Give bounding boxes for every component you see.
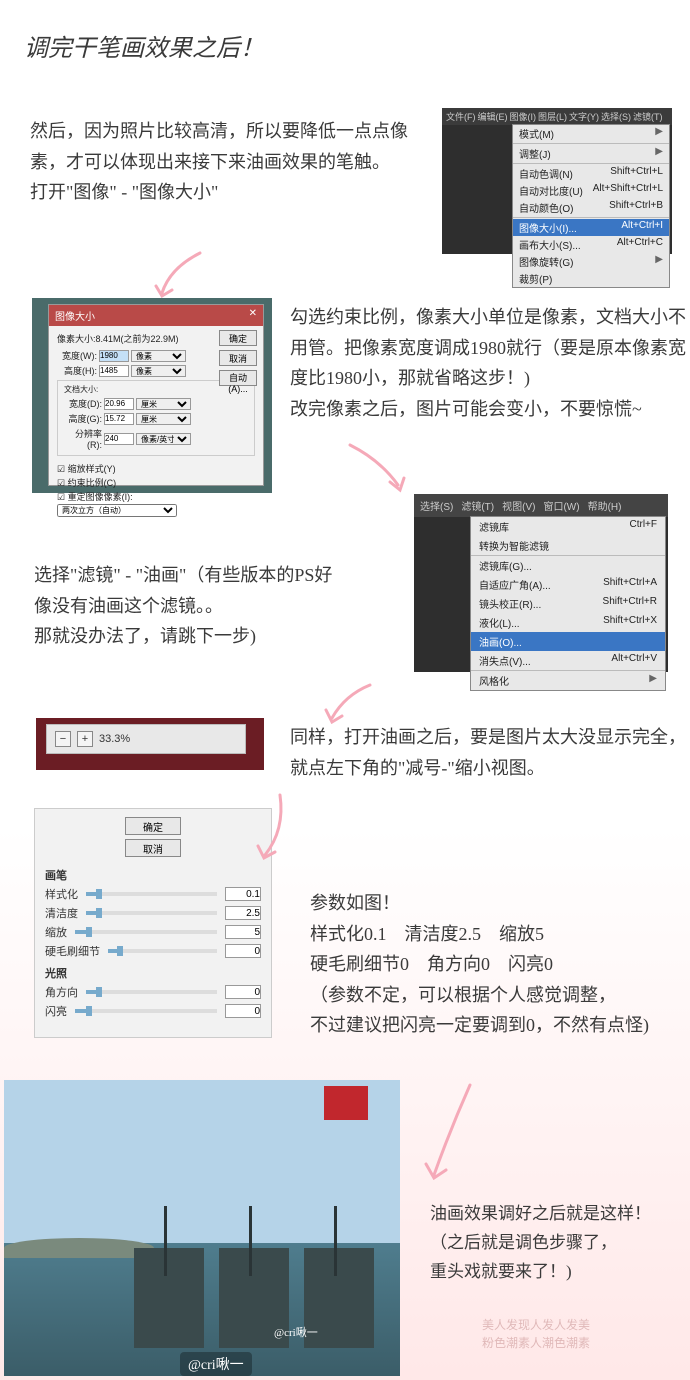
width-label: 宽度(W): [57, 349, 97, 362]
menu-filter[interactable]: 滤镜(T) [633, 110, 663, 123]
menubar2: 选择(S) 滤镜(T) 视图(V) 窗口(W) 帮助(H) [414, 494, 668, 517]
credit: @cri啾一 [180, 1352, 252, 1376]
step5-text: 参数如图！ 样式化0.1 清洁度2.5 缩放5 硬毛刷细节0 角方向0 闪亮0 … [310, 888, 680, 1041]
photo-credit: @cri啾一 [274, 1324, 318, 1340]
menu-item-crop[interactable]: 裁剪(P) [513, 270, 669, 287]
ok-button[interactable]: 确定 [219, 330, 257, 346]
arrow-icon [340, 440, 420, 500]
menu-item-autocontrast[interactable]: 自动对比度(U)Alt+Shift+Ctrl+L [513, 182, 669, 199]
step3-text: 选择"滤镜" - "油画"（有些版本的PS好像没有油画这个滤镜。。 那就没办法了… [34, 560, 334, 652]
menu-item-rotate[interactable]: 图像旋转(G)▶ [513, 253, 669, 270]
oil-ok-button[interactable]: 确定 [125, 817, 181, 835]
shine-input[interactable] [225, 1004, 261, 1018]
step1-text: 然后，因为照片比较高清，所以要降低一点点像素，才可以体现出来接下来油画效果的笔触… [30, 116, 430, 208]
menu-item-smartfilter[interactable]: 转换为智能滤镜 [471, 536, 665, 555]
step4-text: 同样，打开油画之后，要是图片太大没显示完全，就点左下角的"减号-"缩小视图。 [290, 722, 690, 783]
screenshot-image-menu: 文件(F) 编辑(E) 图像(I) 图层(L) 文字(Y) 选择(S) 滤镜(T… [442, 108, 672, 254]
brush-group: 画笔 [45, 867, 261, 883]
menu-file[interactable]: 文件(F) [446, 110, 476, 123]
menu-item-imagesize[interactable]: 图像大小(I)...Alt+Ctrl+I [513, 219, 669, 236]
arrow-icon [320, 680, 380, 730]
resolution-input[interactable] [104, 433, 134, 445]
bristle-slider[interactable] [108, 949, 217, 953]
menu-help[interactable]: 帮助(H) [588, 498, 622, 513]
menu-item-wideangle[interactable]: 自适应广角(A)...Shift+Ctrl+A [471, 575, 665, 594]
menu-item-adjust[interactable]: 调整(J)▶ [513, 145, 669, 162]
constrain-checkbox[interactable]: ☑ 约束比例(C) [57, 476, 255, 489]
menu-layer[interactable]: 图层(L) [538, 110, 567, 123]
menu-item-mode[interactable]: 模式(M)▶ [513, 125, 669, 142]
close-icon[interactable]: ✕ [249, 308, 257, 323]
lighting-group: 光照 [45, 965, 261, 981]
result-photo: @cri啾一 [4, 1080, 400, 1376]
step2-text: 勾选约束比例，像素大小单位是像素，文档大小不用管。把像素宽度调成1980就行（要… [290, 302, 690, 424]
menu-edit[interactable]: 编辑(E) [478, 110, 508, 123]
doc-height-input[interactable] [104, 413, 134, 425]
menu-item-lens[interactable]: 镜头校正(R)...Shift+Ctrl+R [471, 594, 665, 613]
watermark: 美人发现人发人发美 粉色潮素人潮色潮素 [482, 1316, 590, 1352]
scale-styles-checkbox[interactable]: ☑ 缩放样式(Y) [57, 462, 255, 475]
menu-view[interactable]: 视图(V) [502, 498, 535, 513]
height-label: 高度(H): [57, 364, 97, 377]
resample-checkbox[interactable]: ☑ 重定图像像素(I): [57, 490, 255, 503]
menu-item-filtergallery[interactable]: 滤镜库Ctrl+F [471, 517, 665, 536]
arrow-icon [250, 790, 300, 870]
zoom-in-button[interactable]: + [77, 731, 93, 747]
menu-type[interactable]: 文字(Y) [569, 110, 599, 123]
cleanliness-input[interactable] [225, 906, 261, 920]
cancel-button[interactable]: 取消 [219, 350, 257, 366]
menu-item-stylize[interactable]: 风格化▶ [471, 671, 665, 690]
screenshot-oilpaint-settings: 确定 取消 画笔 样式化 清洁度 缩放 硬毛刷细节 光照 角方向 闪亮 [34, 808, 272, 1038]
filter-menu-dropdown: 滤镜库Ctrl+F 转换为智能滤镜 滤镜库(G)... 自适应广角(A)...S… [470, 516, 666, 691]
auto-button[interactable]: 自动(A)... [219, 370, 257, 386]
menu-window[interactable]: 窗口(W) [543, 498, 579, 513]
arrow-icon [420, 1080, 490, 1190]
scale-input[interactable] [225, 925, 261, 939]
menu-item-oilpaint[interactable]: 油画(O)... [471, 632, 665, 651]
height-unit[interactable]: 像素 [131, 365, 186, 377]
width-input[interactable] [99, 350, 129, 362]
dialog-titlebar: 图像大小 ✕ [49, 305, 263, 326]
angle-slider[interactable] [86, 990, 217, 994]
screenshot-imagesize-dialog: 图像大小 ✕ 确定 取消 自动(A)... 像素大小:8.41M(之前为22.9… [32, 298, 272, 493]
screenshot-zoom: − + 33.3% [34, 716, 266, 772]
screenshot-filter-menu: 选择(S) 滤镜(T) 视图(V) 窗口(W) 帮助(H) 滤镜库Ctrl+F … [414, 494, 668, 672]
menu-item-autocolor[interactable]: 自动颜色(O)Shift+Ctrl+B [513, 199, 669, 216]
menu-filter2[interactable]: 滤镜(T) [461, 498, 494, 513]
menu-item-canvassize[interactable]: 画布大小(S)...Alt+Ctrl+C [513, 236, 669, 253]
menu-item-liquify[interactable]: 液化(L)...Shift+Ctrl+X [471, 613, 665, 632]
menu-image[interactable]: 图像(I) [510, 110, 537, 123]
scale-slider[interactable] [75, 930, 217, 934]
height-input[interactable] [99, 365, 129, 377]
page-title: 调完干笔画效果之后！ [24, 28, 264, 63]
width-unit[interactable]: 像素 [131, 350, 186, 362]
menu-item-gallery2[interactable]: 滤镜库(G)... [471, 556, 665, 575]
doc-width-input[interactable] [104, 398, 134, 410]
menubar: 文件(F) 编辑(E) 图像(I) 图层(L) 文字(Y) 选择(S) 滤镜(T… [442, 108, 672, 125]
menu-item-autotone[interactable]: 自动色调(N)Shift+Ctrl+L [513, 165, 669, 182]
imagesize-dialog: 图像大小 ✕ 确定 取消 自动(A)... 像素大小:8.41M(之前为22.9… [48, 304, 264, 486]
zoom-value: 33.3% [99, 733, 130, 745]
menu-item-vanishing[interactable]: 消失点(V)...Alt+Ctrl+V [471, 651, 665, 670]
bristle-input[interactable] [225, 944, 261, 958]
cleanliness-slider[interactable] [86, 911, 217, 915]
arrow-icon [150, 248, 210, 308]
oil-cancel-button[interactable]: 取消 [125, 839, 181, 857]
angle-input[interactable] [225, 985, 261, 999]
shine-slider[interactable] [75, 1009, 217, 1013]
resample-select[interactable]: 两次立方（自动） [57, 504, 177, 517]
step6-text: 油画效果调好之后就是这样！ （之后就是调色步骤了， 重头戏就要来了！) [430, 1200, 680, 1287]
stylization-slider[interactable] [86, 892, 217, 896]
menu-select[interactable]: 选择(S) [601, 110, 631, 123]
stylization-input[interactable] [225, 887, 261, 901]
menu-select2[interactable]: 选择(S) [420, 498, 453, 513]
zoom-out-button[interactable]: − [55, 731, 71, 747]
image-menu-dropdown: 模式(M)▶ 调整(J)▶ 自动色调(N)Shift+Ctrl+L 自动对比度(… [512, 124, 670, 288]
